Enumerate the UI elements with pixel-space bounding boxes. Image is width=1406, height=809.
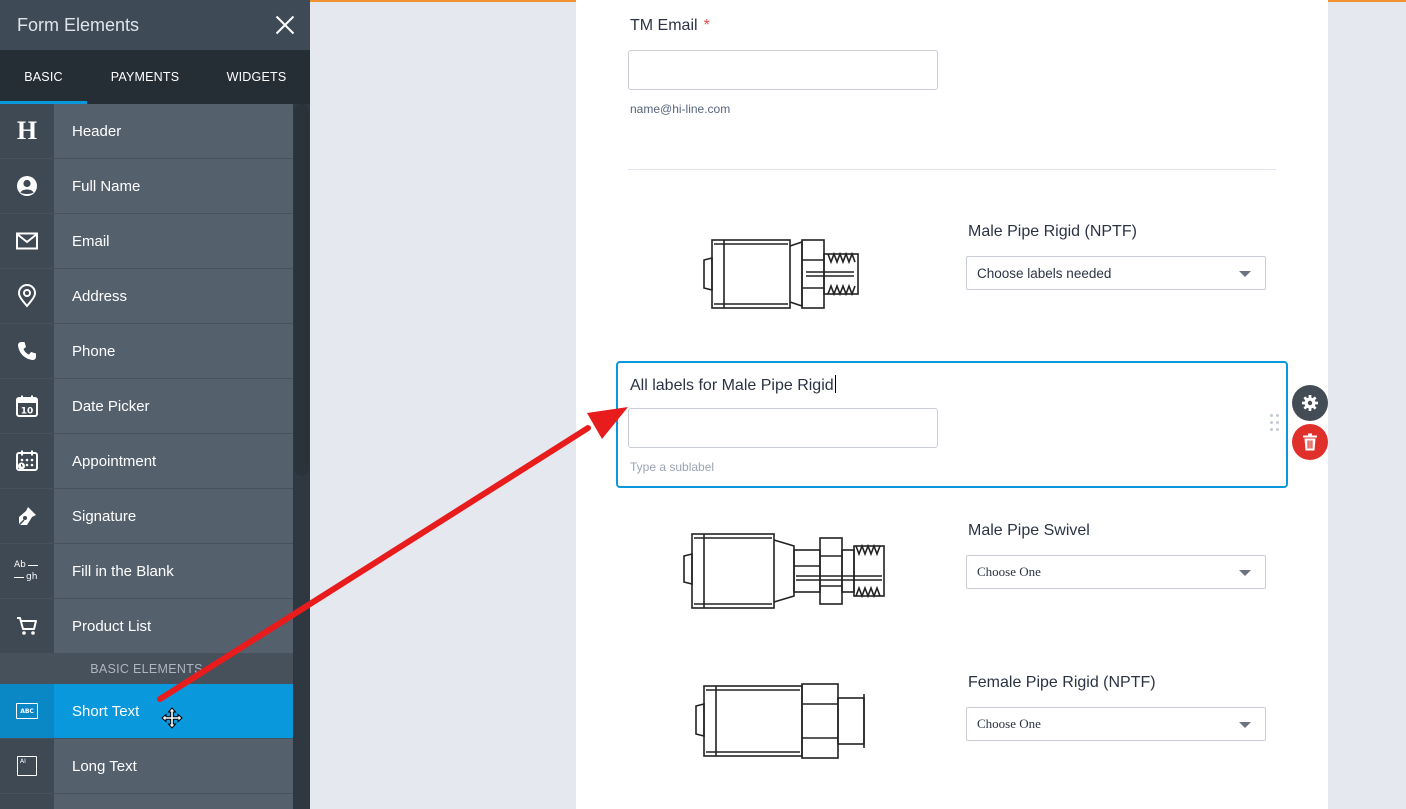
selected-field-label-text: All labels for Male Pipe Rigid [630,377,834,394]
product-label-male-pipe-swivel: Male Pipe Swivel [968,522,1090,539]
dropdown-value: Choose One [977,716,1041,731]
dropdown-value: Choose labels needed [977,265,1112,281]
element-appointment[interactable]: Appointment [0,434,293,489]
fitting-image-male-pipe-swivel [683,533,885,609]
fitting-image-male-pipe-rigid [703,239,859,309]
text-cursor [834,375,836,393]
tab-basic[interactable]: BASIC [0,50,87,104]
element-next-partial[interactable] [0,794,293,809]
product-label-male-pipe-rigid: Male Pipe Rigid (NPTF) [968,223,1137,240]
dropdown-male-pipe-swivel[interactable]: Choose One [966,555,1266,589]
fill-blank-glyph-bottom: gh [14,572,40,582]
field-settings-button[interactable] [1292,385,1328,421]
element-label: Phone [72,342,116,360]
header-icon-glyph: H [16,116,38,145]
fill-blank-icon: Ab gh [0,544,54,598]
tab-widgets[interactable]: WIDGETS [203,50,310,104]
element-label: Full Name [72,177,141,195]
panel-header: Form Elements [0,0,310,50]
chevron-down-icon [1239,570,1251,576]
element-label: Header [72,122,122,140]
sublabel-placeholder[interactable]: Type a sublabel [630,460,714,474]
form-elements-panel: Form Elements BASIC PAYMENTS WIDGETS H H… [0,0,310,809]
element-label: Long Text [72,757,137,775]
long-text-glyph: AI [20,758,26,765]
email-field[interactable] [628,50,938,90]
partial-icon [0,794,54,809]
labels-dropdown-male-pipe-rigid[interactable]: Choose labels needed [966,256,1266,290]
close-icon[interactable] [274,14,296,36]
delete-field-button[interactable] [1292,424,1328,460]
element-list: H Header Full Name Email Address Phone 1… [0,104,293,809]
phone-icon [0,324,54,378]
element-signature[interactable]: Signature [0,489,293,544]
element-fill-in-the-blank[interactable]: Ab gh Fill in the Blank [0,544,293,599]
long-text-icon: AI [0,739,54,793]
element-product-list[interactable]: Product List [0,599,293,654]
section-divider [628,169,1276,170]
element-date-picker[interactable]: 10 Date Picker [0,379,293,434]
fitting-image-female-pipe-rigid [695,683,865,759]
email-field-label: TM Email * [630,17,710,35]
element-label: Appointment [72,452,157,470]
pen-icon [0,489,54,543]
section-basic-elements: BASIC ELEMENTS [0,654,293,684]
required-mark: * [703,17,710,34]
short-text-input[interactable] [628,408,938,448]
trash-icon [1303,433,1317,451]
selected-field-label[interactable]: All labels for Male Pipe Rigid [630,375,836,395]
tab-payments[interactable]: PAYMENTS [87,50,203,104]
element-label: Date Picker [72,397,150,415]
element-label: Address [72,287,128,305]
email-sublabel: name@hi-line.com [630,102,731,116]
element-label: Signature [72,507,137,525]
user-icon [0,159,54,213]
element-phone[interactable]: Phone [0,324,293,379]
product-label-female-pipe-rigid: Female Pipe Rigid (NPTF) [968,674,1156,691]
short-text-icon: ABC [0,684,54,738]
drag-handle-icon[interactable] [1270,414,1280,434]
element-label: Product List [72,617,152,635]
element-full-name[interactable]: Full Name [0,159,293,214]
map-pin-icon [0,269,54,323]
calendar-icon: 10 [0,379,54,433]
envelope-icon [0,214,54,268]
dropdown-value: Choose One [977,564,1041,579]
element-address[interactable]: Address [0,269,293,324]
element-label [54,794,293,809]
chevron-down-icon [1239,722,1251,728]
chevron-down-icon [1239,271,1251,277]
short-text-glyph: ABC [20,707,34,715]
dropdown-female-pipe-rigid[interactable]: Choose One [966,707,1266,741]
move-cursor-icon [161,707,183,729]
email-label-text: TM Email [630,17,698,34]
element-label: Fill in the Blank [72,562,174,580]
element-long-text[interactable]: AI Long Text [0,739,293,794]
selected-short-text-field[interactable]: All labels for Male Pipe Rigid Type a su… [616,361,1288,488]
element-short-text[interactable]: ABC Short Text [0,684,293,739]
element-label: Email [72,232,110,250]
panel-tabs: BASIC PAYMENTS WIDGETS [0,50,310,104]
fill-blank-glyph-top: Ab [14,560,40,570]
element-email[interactable]: Email [0,214,293,269]
appointment-icon [0,434,54,488]
element-header[interactable]: H Header [0,104,293,159]
gear-icon [1302,395,1318,411]
cart-icon [0,599,54,653]
svg-text:10: 10 [21,407,34,417]
header-icon: H [0,104,54,158]
sidebar-scrollbar-thumb[interactable] [294,104,309,476]
panel-title: Form Elements [17,14,140,35]
form-canvas: TM Email * name@hi-line.com Male Pipe Rig… [576,0,1328,809]
